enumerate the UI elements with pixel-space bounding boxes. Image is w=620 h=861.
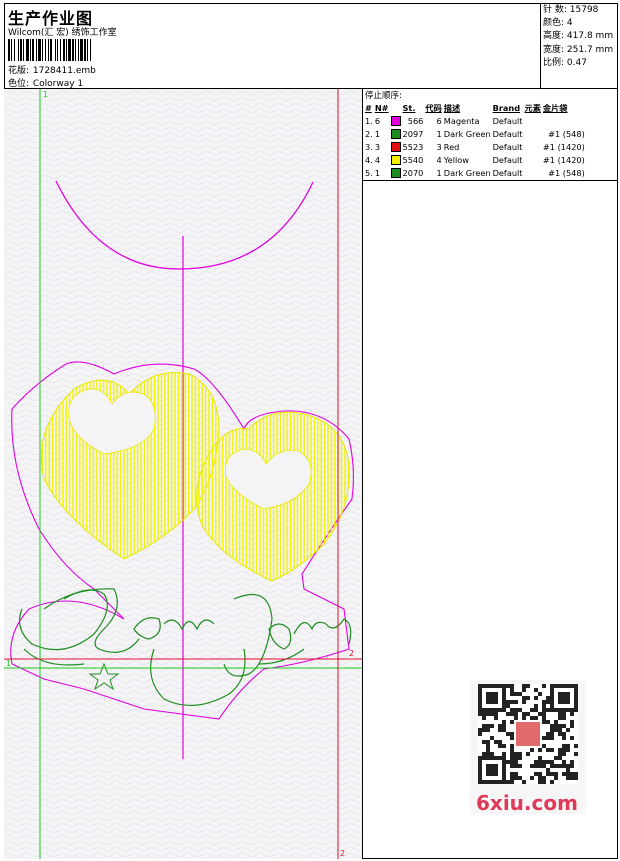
row-brand: Default — [492, 128, 523, 139]
row-element — [524, 140, 542, 153]
embroidery-canvas: 1 1 2 2 — [4, 89, 362, 859]
row-brand: Default — [492, 154, 523, 165]
row-index: 1. — [365, 115, 373, 126]
stat-colors: 颜色: 4 — [543, 18, 573, 29]
stop-sequence-table: # N# St. 代码 描述 Brand 元素 金片袋 1. 6 566 6 Magen… — [364, 101, 586, 179]
row-index: 4. — [365, 154, 373, 165]
row-stitches: 5523 — [402, 141, 424, 152]
col-stitches: St. — [402, 102, 416, 113]
col-sequin: 金片袋 — [542, 102, 568, 113]
row-code: 6 — [436, 115, 442, 126]
row-brand: Default — [492, 167, 523, 178]
row-sequin: #1 (548) — [548, 128, 585, 139]
color-swatch — [390, 114, 402, 127]
row-desc: Dark Green — [443, 167, 491, 178]
col-index: # — [365, 102, 372, 113]
row-needle: 4 — [374, 154, 381, 165]
row-desc: Yellow — [443, 154, 469, 165]
row-code: 3 — [436, 141, 442, 152]
company-name: Wilcom(汇 宏) 绣饰工作室 — [8, 28, 117, 38]
row-needle: 1 — [374, 128, 381, 139]
stop-sequence-heading: 停止顺序: — [365, 91, 402, 101]
col-needle: N# — [374, 102, 389, 113]
design-stats: 针 数: 15798 颜色: 4 高度: 417.8 mm 宽度: 251.7 … — [540, 3, 618, 89]
row-index: 2. — [365, 128, 373, 139]
stop-sequence-panel: 停止顺序: # N# St. 代码 描述 Brand 元素 金片袋 1. 6 566… — [363, 89, 618, 181]
row-element — [524, 127, 542, 140]
marker-1-top: 1 — [43, 90, 48, 99]
barcode — [8, 39, 144, 61]
row-code: 4 — [436, 154, 442, 165]
row-desc: Magenta — [443, 115, 480, 126]
row-needle: 1 — [374, 167, 381, 178]
header-info: 生产作业图 Wilcom(汇 宏) 绣饰工作室 花版: 1728411.emb … — [4, 3, 540, 89]
thread-color-swatch — [390, 115, 401, 126]
color-swatch — [390, 153, 402, 166]
watermark-logo: 6xiu.com — [476, 791, 578, 815]
marker-2-right: 2 — [349, 649, 354, 658]
col-desc: 描述 — [443, 102, 461, 113]
colorway-label: 色位: — [8, 79, 30, 89]
table-row: 3. 3 5523 3 Red Default #1 (1420) — [364, 140, 586, 153]
row-code: 1 — [436, 128, 442, 139]
row-code: 1 — [436, 167, 442, 178]
table-header-row: # N# St. 代码 描述 Brand 元素 金片袋 — [364, 101, 586, 114]
row-desc: Dark Green — [443, 128, 491, 139]
thread-color-swatch — [390, 154, 401, 165]
design-file-row: 花版: 1728411.emb — [8, 63, 96, 76]
color-swatch — [390, 140, 402, 153]
colorway-row: 色位: Colorway 1 — [8, 76, 83, 89]
row-sequin — [542, 114, 586, 127]
col-code: 代码 — [425, 102, 442, 113]
row-index: 3. — [365, 141, 373, 152]
table-row: 5. 1 2070 1 Dark Green Default #1 (548) — [364, 166, 586, 179]
row-index: 5. — [365, 167, 373, 178]
color-swatch — [390, 166, 402, 179]
table-row: 4. 4 5540 4 Yellow Default #1 (1420) — [364, 153, 586, 166]
row-element — [524, 114, 542, 127]
row-stitches: 2070 — [402, 167, 424, 178]
thread-color-swatch — [390, 128, 401, 139]
qr-code-image — [478, 684, 578, 784]
row-stitches: 5540 — [402, 154, 424, 165]
row-needle: 3 — [374, 141, 381, 152]
marker-1-left: 1 — [6, 659, 11, 668]
stat-scale: 比例: 0.47 — [543, 57, 587, 68]
row-element — [524, 166, 542, 179]
row-needle: 6 — [374, 115, 381, 126]
row-stitches: 566 — [407, 115, 424, 126]
marker-2-bottom: 2 — [340, 849, 345, 858]
design-file-label: 花版: — [8, 66, 30, 76]
design-preview: 1 1 2 2 — [4, 89, 363, 859]
row-element — [524, 153, 542, 166]
col-swatch — [390, 101, 402, 114]
table-row: 1. 6 566 6 Magenta Default — [364, 114, 586, 127]
design-file-value: 1728411.emb — [32, 66, 96, 76]
colorway-value: Colorway 1 — [32, 79, 84, 89]
thread-color-swatch — [390, 167, 401, 178]
row-sequin: #1 (1420) — [542, 154, 585, 165]
color-swatch — [390, 127, 402, 140]
row-stitches: 2097 — [402, 128, 424, 139]
row-sequin: #1 (548) — [548, 167, 585, 178]
row-desc: Red — [443, 141, 460, 152]
thread-color-swatch — [390, 141, 401, 152]
stat-width: 宽度: 251.7 mm — [543, 44, 614, 55]
row-brand: Default — [492, 115, 523, 126]
col-element: 元素 — [524, 102, 541, 113]
row-brand: Default — [492, 141, 523, 152]
stat-stitches: 针 数: 15798 — [543, 5, 599, 15]
row-sequin: #1 (1420) — [542, 141, 585, 152]
table-row: 2. 1 2097 1 Dark Green Default #1 (548) — [364, 127, 586, 140]
col-brand: Brand — [492, 102, 521, 113]
stat-height: 高度: 417.8 mm — [543, 31, 614, 42]
